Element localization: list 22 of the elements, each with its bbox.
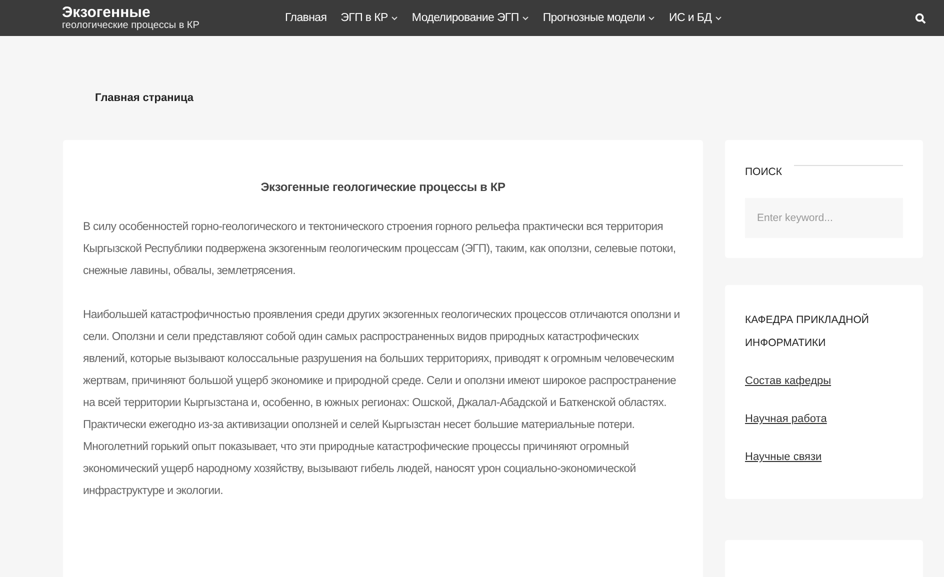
article-title: Экзогенные геологические процессы в КР bbox=[260, 180, 506, 194]
nav-menu-item[interactable]: Прогнозные модели bbox=[542, 12, 655, 24]
article-paragraph: В силу особенностей горно-геологического и тектонического строения горного рельефа практически вся территория Кыргызской Республики подвержена экзогенным геологическим процессам (ЭГП), таким, как оползни, селевые потоки, снежные лавины, обвалы, землетрясения. bbox=[83, 220, 677, 279]
site-title[interactable]: Экзогенные bbox=[62, 4, 262, 21]
caret-icon bbox=[714, 16, 722, 20]
sidebar-link[interactable]: Состав кафедры bbox=[745, 375, 903, 387]
search-field[interactable]: Enter keyword... bbox=[745, 198, 903, 238]
article-paragraph: Наибольшей катастрофичностью проявления среди других экзогенных геологических процессов отличаются оползни и сели. Оползни и сели представляют собой один самых распространенных видов природных катастрофических явлений, которые вызывают колоссальные разрушения на больших территориях, приводят к огромным человеческим жертвам, причиняют большой ущерб экономике и природной среде. Сели и оползни имеют широкое распространение на всей территории Кыргызстана и, особенно, в южных регионах: Ошской, Джалал-Абадской и Баткенской областях. Практически ежегодно из-за активизации оползней и селей Кыргызстан несет большие материальные потери. Многолетний горький опыт показывает, что эти природные катастрофические процессы причиняют огромный экономический ущерб народному хозяйству, вызывают гибель людей, наносят урон социально-экономической инфраструктуре и экологии. bbox=[83, 308, 681, 499]
sidebar-link[interactable]: Научные связи bbox=[745, 451, 903, 463]
caret-icon bbox=[648, 16, 655, 20]
widget-title: ПОИСК bbox=[745, 166, 782, 178]
site-subtitle: геологические процессы в КР bbox=[62, 20, 200, 32]
nav-menu-item[interactable]: ЭГП в КР bbox=[340, 12, 398, 24]
nav-menu-item[interactable]: ИС и БД bbox=[668, 12, 722, 24]
sidebar-link[interactable]: Научная работа bbox=[745, 413, 903, 425]
nav-menu-item[interactable]: Моделирование ЭГП bbox=[412, 12, 529, 24]
caret-icon bbox=[390, 16, 398, 20]
widget-title: КАФЕДРА ПРИКЛАДНОЙ ИНФОРМАТИКИ bbox=[745, 312, 870, 351]
nav-menu-item[interactable]: Главная bbox=[285, 12, 327, 24]
breadcrumb: Главная страница bbox=[95, 92, 195, 106]
search-icon[interactable] bbox=[915, 12, 926, 24]
caret-icon bbox=[522, 16, 529, 20]
